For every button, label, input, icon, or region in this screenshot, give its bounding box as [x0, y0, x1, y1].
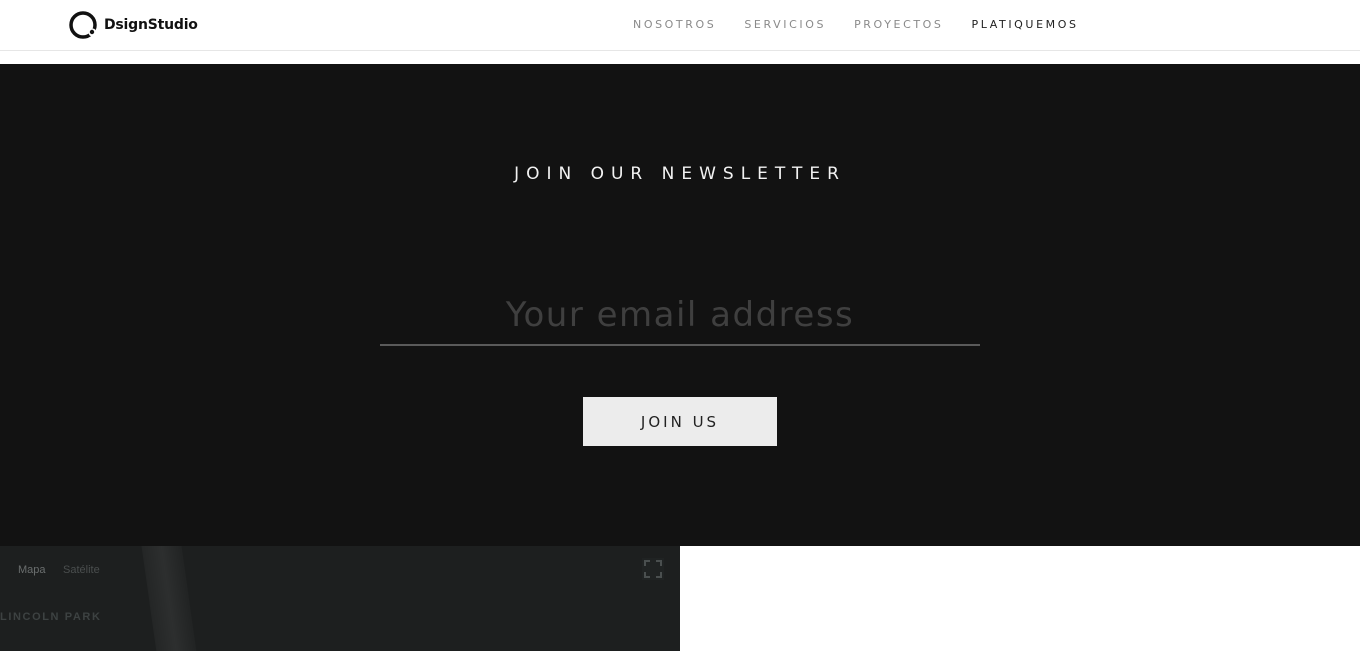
- nav-item-proyectos[interactable]: PROYECTOS: [854, 18, 943, 32]
- content-area: [680, 546, 1360, 651]
- nav-item-platiquemos[interactable]: PLATIQUEMOS: [972, 18, 1079, 32]
- nav-item-nosotros[interactable]: NOSOTROS: [633, 18, 716, 32]
- map-road: [141, 546, 199, 651]
- logo-text: DsignStudio: [104, 17, 198, 33]
- nav-item-servicios[interactable]: SERVICIOS: [744, 18, 826, 32]
- map-embed[interactable]: Mapa Satélite LINCOLN PARK: [0, 546, 680, 651]
- map-type-map-tab[interactable]: Mapa: [18, 564, 46, 576]
- logo-link[interactable]: DsignStudio: [68, 10, 198, 40]
- newsletter-title: JOIN OUR NEWSLETTER: [514, 164, 846, 184]
- newsletter-section: JOIN OUR NEWSLETTER JOIN US: [0, 64, 1360, 546]
- ring-logo-icon: [69, 11, 97, 39]
- main-nav: NOSOTROS SERVICIOS PROYECTOS PLATIQUEMOS: [633, 18, 1107, 32]
- map-area-label: LINCOLN PARK: [0, 611, 102, 623]
- map-type-satellite-tab[interactable]: Satélite: [63, 564, 100, 576]
- site-header: DsignStudio NOSOTROS SERVICIOS PROYECTOS…: [0, 0, 1360, 51]
- fullscreen-icon[interactable]: [642, 558, 664, 580]
- email-input[interactable]: [380, 286, 980, 346]
- join-us-button[interactable]: JOIN US: [583, 397, 777, 446]
